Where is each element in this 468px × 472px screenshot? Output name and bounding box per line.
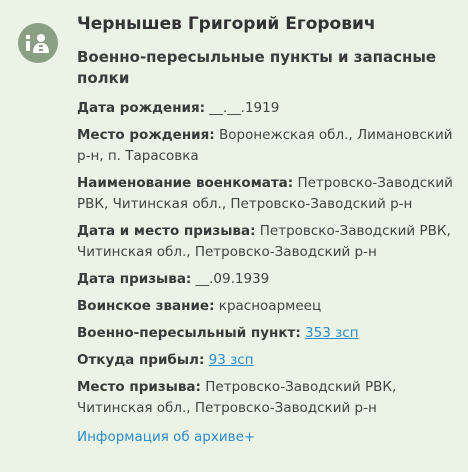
field-conscription-date: Дата призыва: __.09.1939 bbox=[77, 269, 454, 290]
field-label: Наименование военкомата: bbox=[77, 175, 294, 191]
archive-info-link[interactable]: Информация об архиве+ bbox=[77, 427, 255, 448]
field-conscription-place: Место призыва: Петровско-Заводский РВК, … bbox=[77, 377, 454, 419]
field-transit-point: Военно-пересыльный пункт: 353 зсп bbox=[77, 323, 454, 344]
field-label: Дата и место призыва: bbox=[77, 223, 256, 239]
field-label: Дата рождения: bbox=[77, 100, 206, 116]
field-commissariat: Наименование военкомата: Петровско-Завод… bbox=[77, 173, 454, 215]
field-label: Воинское звание: bbox=[77, 298, 215, 314]
field-value: __.09.1939 bbox=[195, 271, 270, 287]
record-content: Чернышев Григорий Егорович Военно-пересы… bbox=[77, 11, 454, 448]
transit-point-link[interactable]: 353 зсп bbox=[305, 325, 359, 341]
avatar bbox=[18, 23, 58, 63]
record-category: Военно-пересыльные пункты и запасные пол… bbox=[77, 48, 437, 87]
field-value: __.__.1919 bbox=[209, 100, 280, 116]
field-label: Место призыва: bbox=[77, 379, 201, 395]
field-value: красноармеец bbox=[218, 298, 322, 314]
field-birth-place: Место рождения: Воронежская обл., Лимано… bbox=[77, 125, 454, 167]
person-name: Чернышев Григорий Егорович bbox=[77, 14, 376, 34]
field-arrived-from: Откуда прибыл: 93 зсп bbox=[77, 350, 454, 371]
field-label: Военно-пересыльный пункт: bbox=[77, 325, 301, 341]
field-conscription-date-place: Дата и место призыва: Петровско-Заводски… bbox=[77, 221, 454, 263]
record-card: Чернышев Григорий Егорович Военно-пересы… bbox=[0, 0, 468, 472]
field-label: Место рождения: bbox=[77, 127, 215, 143]
field-label: Откуда прибыл: bbox=[77, 352, 205, 368]
field-label: Дата призыва: bbox=[77, 271, 192, 287]
field-birth-date: Дата рождения: __.__.1919 bbox=[77, 98, 454, 119]
person-document-icon bbox=[26, 34, 49, 53]
arrived-from-link[interactable]: 93 зсп bbox=[209, 352, 254, 368]
field-rank: Воинское звание: красноармеец bbox=[77, 296, 454, 317]
